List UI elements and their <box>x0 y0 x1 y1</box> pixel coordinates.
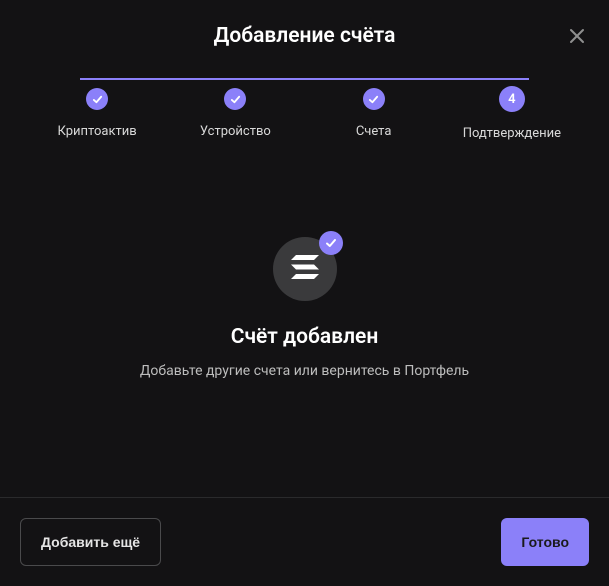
close-button[interactable] <box>567 28 587 48</box>
check-icon <box>230 90 241 109</box>
close-icon <box>569 28 585 48</box>
solana-icon <box>291 255 319 283</box>
done-button[interactable]: Готово <box>501 518 589 566</box>
step-circle-active: 4 <box>499 86 525 112</box>
step-crypto: Криптоактив <box>28 88 166 139</box>
step-circle-done <box>86 88 108 110</box>
stepper-line <box>80 78 529 80</box>
modal-header: Добавление счёта <box>0 0 609 68</box>
step-label: Устройство <box>200 124 271 139</box>
success-subtitle: Добавьте другие счета или вернитесь в По… <box>140 363 469 379</box>
step-device: Устройство <box>166 88 304 139</box>
step-circle-done <box>363 88 385 110</box>
coin-icon-wrap <box>273 237 337 301</box>
step-label: Счета <box>356 124 392 139</box>
step-number: 4 <box>508 92 515 107</box>
success-badge <box>319 231 343 255</box>
stepper: Криптоактив Устройство Счета 4 Подтвержд… <box>0 68 609 141</box>
modal-footer: Добавить ещё Готово <box>0 497 609 586</box>
modal-title: Добавление счёта <box>214 24 396 48</box>
check-icon <box>92 90 103 109</box>
check-icon <box>368 90 379 109</box>
check-icon <box>325 234 337 253</box>
step-label: Криптоактив <box>58 124 137 139</box>
step-circle-done <box>224 88 246 110</box>
content-area: Счёт добавлен Добавьте другие счета или … <box>0 141 609 379</box>
add-more-button[interactable]: Добавить ещё <box>20 518 161 566</box>
step-accounts: Счета <box>305 88 443 139</box>
success-title: Счёт добавлен <box>231 325 379 349</box>
step-confirmation: 4 Подтверждение <box>443 88 581 141</box>
step-label: Подтверждение <box>463 126 561 141</box>
